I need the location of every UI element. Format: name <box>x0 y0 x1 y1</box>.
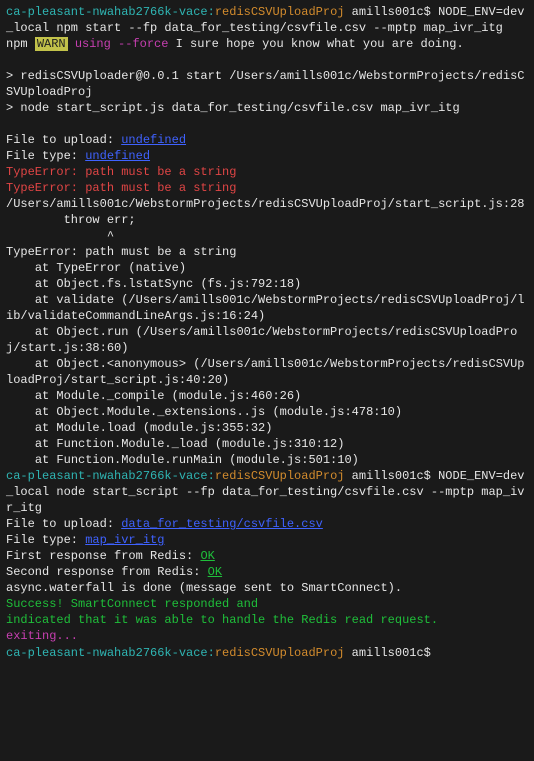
file-type-value-1: undefined <box>85 149 150 163</box>
prompt-user-2: amills001c$ <box>352 469 431 483</box>
npm-label: npm <box>6 37 28 51</box>
trace-file: /Users/amills001c/WebstormProjects/redis… <box>6 197 524 211</box>
trace-9: at Function.Module._load (module.js:310:… <box>6 437 344 451</box>
trace-7: at Object.Module._extensions..js (module… <box>6 405 402 419</box>
file-type-line-1: File type: undefined <box>6 149 150 163</box>
prompt-line-1: ca-pleasant-nwahab2766k-vace:redisCSVUpl… <box>6 5 525 35</box>
prompt-user-3: amills001c$ <box>352 646 431 660</box>
typeerror-2: TypeError: path must be a string <box>6 181 236 195</box>
file-type-value-2: map_ivr_itg <box>85 533 164 547</box>
file-upload-value-1: undefined <box>121 133 186 147</box>
trace-2: at Object.fs.lstatSync (fs.js:792:18) <box>6 277 301 291</box>
typeerror-1: TypeError: path must be a string <box>6 165 236 179</box>
file-upload-line-1: File to upload: undefined <box>6 133 186 147</box>
npm-start-line-1: > redisCSVUploader@0.0.1 start /Users/am… <box>6 69 524 99</box>
warn-badge: WARN <box>35 37 68 51</box>
redis-ok-1: OK <box>200 549 214 563</box>
trace-8: at Module.load (module.js:355:32) <box>6 421 272 435</box>
prompt-user: amills001c$ <box>352 5 431 19</box>
prompt-dir-2: redisCSVUploadProj <box>215 469 345 483</box>
prompt-host: ca-pleasant-nwahab2766k-vace <box>6 5 208 19</box>
redis-resp-2: Second response from Redis: OK <box>6 565 222 579</box>
npm-start-line-2: > node start_script.js data_for_testing/… <box>6 101 460 115</box>
file-upload-value-2: data_for_testing/csvfile.csv <box>121 517 323 531</box>
trace-head: TypeError: path must be a string <box>6 245 236 259</box>
file-upload-line-2: File to upload: data_for_testing/csvfile… <box>6 517 323 531</box>
trace-throw: throw err; <box>6 213 136 227</box>
trace-10: at Function.Module.runMain (module.js:50… <box>6 453 359 467</box>
terminal[interactable]: ca-pleasant-nwahab2766k-vace:redisCSVUpl… <box>0 0 534 761</box>
prompt-line-3: ca-pleasant-nwahab2766k-vace:redisCSVUpl… <box>6 646 438 660</box>
redis-resp-1: First response from Redis: OK <box>6 549 215 563</box>
trace-4: at Object.run (/Users/amills001c/Webstor… <box>6 325 517 355</box>
success-line-1: Success! SmartConnect responded and <box>6 597 258 611</box>
trace-1: at TypeError (native) <box>6 261 186 275</box>
trace-6: at Module._compile (module.js:460:26) <box>6 389 301 403</box>
warn-flag: using --force <box>75 37 169 51</box>
prompt-dir-3: redisCSVUploadProj <box>215 646 345 660</box>
prompt-host-3: ca-pleasant-nwahab2766k-vace <box>6 646 208 660</box>
warn-msg: I sure hope you know what you are doing. <box>168 37 463 51</box>
waterfall-msg: async.waterfall is done (message sent to… <box>6 581 402 595</box>
trace-5: at Object.<anonymous> (/Users/amills001c… <box>6 357 525 387</box>
prompt-dir: redisCSVUploadProj <box>215 5 345 19</box>
prompt-line-2: ca-pleasant-nwahab2766k-vace:redisCSVUpl… <box>6 469 525 515</box>
success-line-2: indicated that it was able to handle the… <box>6 613 438 627</box>
prompt-host-2: ca-pleasant-nwahab2766k-vace <box>6 469 208 483</box>
redis-ok-2: OK <box>208 565 222 579</box>
npm-warn-line: npm WARN using --force I sure hope you k… <box>6 37 464 51</box>
trace-caret: ^ <box>6 229 114 243</box>
exiting-msg: exiting... <box>6 629 78 643</box>
file-type-line-2: File type: map_ivr_itg <box>6 533 164 547</box>
trace-3: at validate (/Users/amills001c/WebstormP… <box>6 293 525 323</box>
